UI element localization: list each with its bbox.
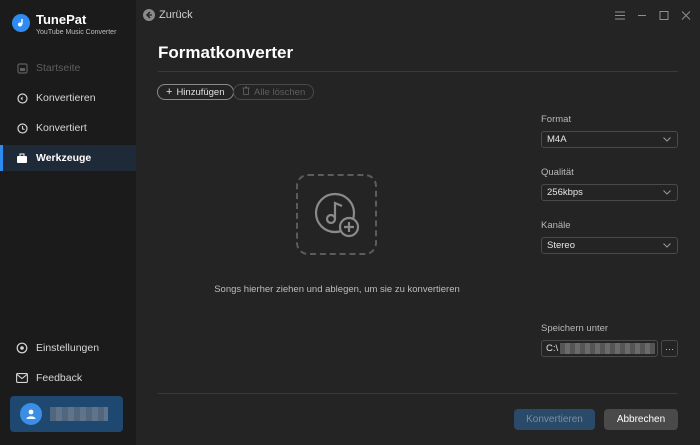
add-button[interactable]: + Hinzufügen [157, 84, 234, 100]
home-icon [16, 62, 28, 74]
sidebar-item-label: Konvertiert [36, 122, 87, 134]
sidebar-item-converted[interactable]: Konvertiert [0, 115, 136, 141]
sidebar-item-settings[interactable]: Einstellungen [0, 335, 136, 361]
minimize-icon[interactable] [636, 8, 648, 22]
channels-select[interactable]: Stereo [541, 237, 678, 254]
sidebar-item-label: Feedback [36, 372, 83, 384]
plus-icon: + [166, 86, 173, 98]
channels-label: Kanäle [541, 220, 571, 231]
menu-icon[interactable] [614, 8, 626, 22]
format-label: Format [541, 114, 572, 125]
convert-button[interactable]: Konvertieren [514, 409, 595, 430]
sidebar-item-label: Werkzeuge [36, 152, 92, 164]
divider [158, 71, 678, 72]
format-select[interactable]: M4A [541, 131, 678, 148]
add-label: Hinzufügen [176, 86, 225, 98]
avatar [20, 403, 42, 425]
add-music-icon [314, 192, 359, 237]
window-controls [614, 8, 692, 22]
toolbox-icon [16, 152, 28, 164]
quality-select[interactable]: 256kbps [541, 184, 678, 201]
sidebar-item-tools[interactable]: Werkzeuge [0, 145, 136, 171]
drop-hint: Songs hierher ziehen und ablegen, um sie… [214, 284, 460, 295]
drop-zone[interactable] [296, 174, 377, 255]
maximize-icon[interactable] [658, 8, 670, 22]
page-title: Formatkonverter [158, 43, 294, 62]
clear-all-button[interactable]: Alle löschen [233, 84, 315, 100]
sidebar-item-home[interactable]: Startseite [0, 55, 136, 81]
user-name-redacted [50, 407, 108, 421]
format-value: M4A [547, 134, 567, 145]
app-subtitle: YouTube Music Converter [36, 29, 117, 36]
trash-icon [242, 86, 250, 98]
mail-icon [16, 372, 28, 384]
clear-label: Alle löschen [254, 86, 306, 98]
sidebar-item-convert[interactable]: Konvertieren [0, 85, 136, 111]
back-label: Zurück [159, 9, 193, 21]
cancel-button[interactable]: Abbrechen [604, 409, 678, 430]
brand: TunePat YouTube Music Converter [12, 12, 116, 37]
user-account[interactable] [10, 396, 123, 432]
chevron-down-icon [663, 135, 671, 144]
close-icon[interactable] [680, 8, 692, 22]
app-name: TunePat [36, 12, 87, 27]
save-path-redacted [560, 343, 656, 354]
back-button[interactable]: Zurück [143, 9, 193, 21]
channels-value: Stereo [547, 240, 575, 251]
sidebar-item-label: Startseite [36, 62, 81, 74]
gear-icon [16, 342, 28, 354]
clock-icon [16, 122, 28, 134]
chevron-down-icon [663, 188, 671, 197]
sidebar-item-label: Einstellungen [36, 342, 100, 354]
chevron-down-icon [663, 241, 671, 250]
save-path-field[interactable]: C:\ [541, 340, 658, 357]
sidebar-item-label: Konvertieren [36, 92, 96, 104]
sidebar-item-feedback[interactable]: Feedback [0, 365, 136, 391]
more-icon: ··· [665, 343, 674, 354]
browse-button[interactable]: ··· [661, 340, 678, 357]
sidebar: TunePat YouTube Music Converter Startsei… [0, 0, 136, 445]
quality-label: Qualität [541, 167, 574, 178]
arrow-left-icon [143, 9, 155, 21]
quality-value: 256kbps [547, 187, 583, 198]
save-path-prefix: C:\ [546, 343, 559, 354]
convert-icon [16, 92, 28, 104]
tunepat-logo-icon [12, 14, 30, 32]
divider [158, 393, 678, 394]
save-location-label: Speichern unter [541, 323, 609, 334]
